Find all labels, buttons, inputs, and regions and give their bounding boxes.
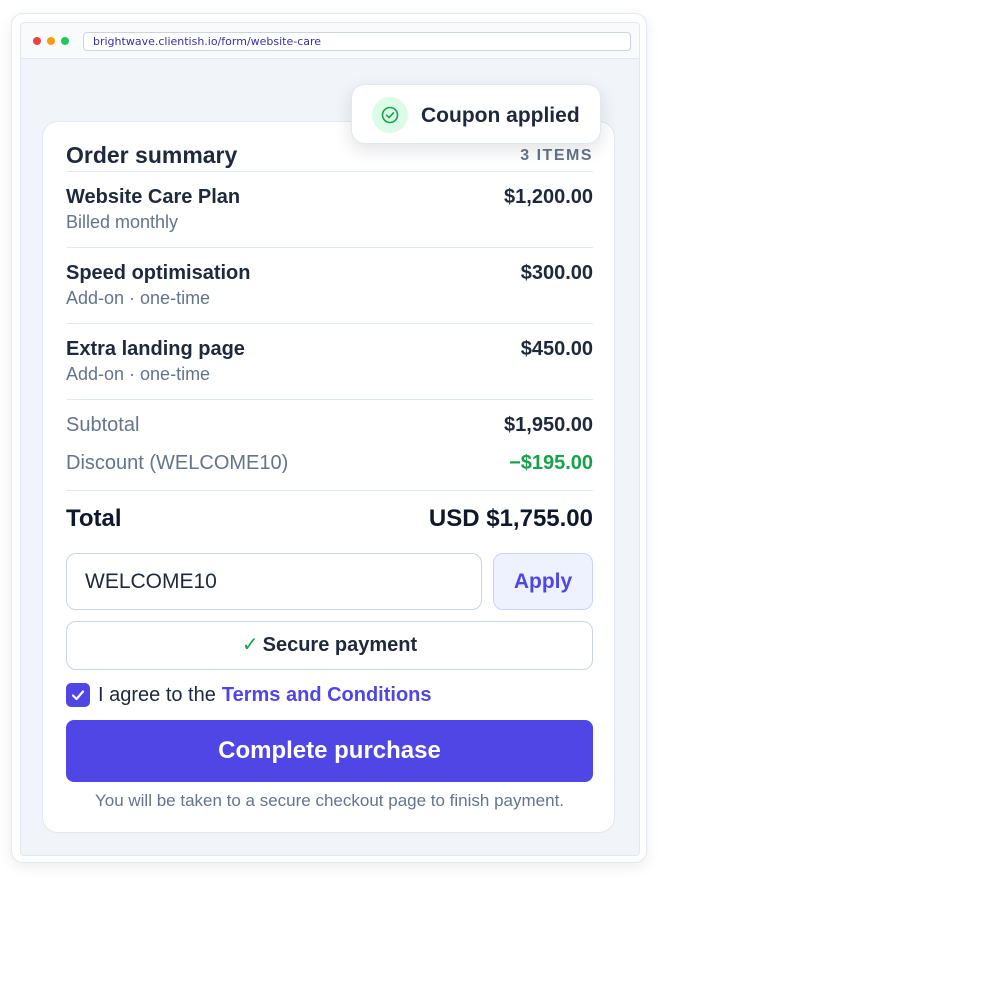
line-item-price: $450.00	[520, 338, 593, 360]
line-item-name: Extra landing page	[66, 338, 245, 360]
apply-coupon-button[interactable]: Apply	[493, 553, 593, 610]
discount-row: Discount (WELCOME10) −$195.00	[66, 452, 593, 480]
subtotal-value: $1,950.00	[504, 414, 593, 436]
total-label: Total	[66, 505, 122, 532]
divider	[66, 323, 593, 324]
order-summary-card: Order summary 3 ITEMS Website Care Plan …	[42, 121, 615, 833]
complete-purchase-button[interactable]: Complete purchase	[66, 720, 593, 782]
divider	[66, 399, 593, 400]
total-value: USD $1,755.00	[428, 505, 593, 532]
terms-and-conditions-link[interactable]: Terms and Conditions	[222, 684, 432, 706]
line-item-price: $300.00	[520, 262, 593, 284]
checkout-footnote: You will be taken to a secure checkout p…	[94, 791, 565, 810]
address-bar[interactable]: brightwave.clientish.io/form/website-car…	[83, 32, 631, 51]
coupon-applied-toast: Coupon applied	[351, 84, 601, 144]
toast-message: Coupon applied	[421, 104, 580, 127]
line-item-name: Speed optimisation	[66, 262, 251, 284]
maximize-window-dot[interactable]	[61, 37, 69, 45]
divider	[66, 247, 593, 248]
browser-chrome: brightwave.clientish.io/form/website-car…	[21, 23, 639, 59]
divider	[66, 490, 593, 491]
order-summary-title: Order summary	[66, 142, 238, 168]
coupon-code-input[interactable]	[66, 553, 482, 610]
line-item: Website Care Plan Billed monthly $1,200.…	[66, 186, 593, 246]
line-item-subtitle: Billed monthly	[66, 212, 179, 232]
discount-label: Discount (WELCOME10)	[66, 452, 289, 474]
line-item-subtitle: Add-on · one-time	[66, 364, 211, 384]
checkbox-check-icon	[71, 690, 85, 701]
item-count-badge: 3 ITEMS	[520, 147, 593, 164]
minimize-window-dot[interactable]	[47, 37, 55, 45]
terms-agreement-text: I agree to the Terms and Conditions	[98, 684, 432, 707]
checkmark-icon: ✓	[241, 634, 259, 656]
terms-agreement-row: I agree to the Terms and Conditions	[66, 683, 593, 709]
discount-value: −$195.00	[509, 452, 593, 474]
line-item: Extra landing page Add-on · one-time $45…	[66, 338, 593, 398]
terms-checkbox[interactable]	[66, 683, 90, 707]
check-circle-icon	[372, 97, 408, 133]
line-item: Speed optimisation Add-on · one-time $30…	[66, 262, 593, 322]
agree-label: I agree to the	[98, 684, 216, 706]
line-item-name: Website Care Plan	[66, 186, 241, 208]
secure-payment-badge: ✓ Secure payment	[66, 621, 593, 670]
subtotal-label: Subtotal	[66, 414, 140, 436]
line-item-subtitle: Add-on · one-time	[66, 288, 211, 308]
secure-payment-label: Secure payment	[262, 634, 418, 656]
close-window-dot[interactable]	[33, 37, 41, 45]
divider	[66, 171, 593, 172]
line-item-price: $1,200.00	[504, 186, 593, 208]
subtotal-row: Subtotal $1,950.00	[66, 414, 593, 442]
